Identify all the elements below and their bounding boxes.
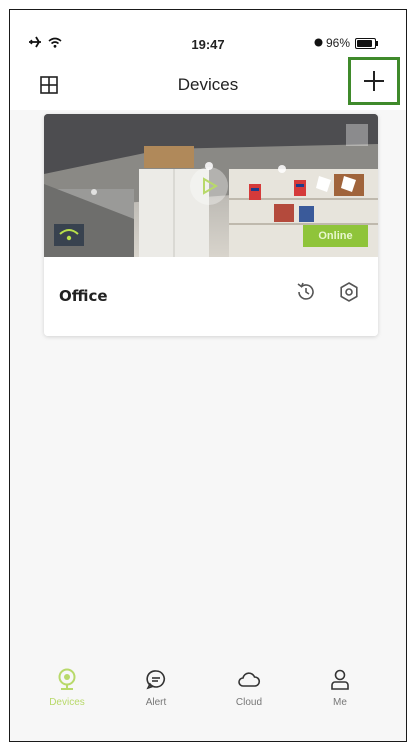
tab-bar: Devices Alert Cloud Me — [10, 658, 406, 741]
play-button[interactable] — [190, 167, 228, 205]
tab-cloud-label: Cloud — [235, 697, 263, 708]
chat-bubble-icon — [146, 670, 165, 690]
battery-icon — [355, 37, 378, 49]
phone-frame: 19:47 96% Devices Online Office Devices … — [9, 9, 407, 742]
tab-alert-label: Alert — [145, 697, 167, 708]
page-title: Devices — [177, 75, 239, 94]
alarm-icon — [314, 36, 323, 50]
tab-devices-label: Devices — [49, 697, 85, 708]
tab-alert[interactable]: Alert — [116, 668, 196, 708]
cloud-icon — [238, 672, 261, 687]
status-right: 96% — [314, 36, 378, 50]
tab-cloud[interactable]: Cloud — [209, 668, 289, 708]
history-button[interactable] — [294, 280, 318, 304]
add-device-button[interactable] — [348, 57, 400, 105]
status-badge: Online — [303, 225, 368, 247]
tab-me-label: Me — [333, 697, 347, 708]
battery-percent: 96% — [325, 36, 350, 50]
plus-icon — [364, 71, 384, 91]
play-icon — [203, 177, 218, 195]
top-bar: 19:47 96% Devices — [10, 10, 406, 110]
nav-bar: Devices — [10, 57, 406, 105]
camera-icon — [58, 668, 76, 690]
tab-devices[interactable]: Devices — [27, 668, 107, 708]
camera-preview[interactable]: Online — [44, 114, 378, 257]
person-icon — [331, 669, 349, 690]
history-icon — [297, 282, 314, 300]
device-name: Office — [59, 287, 108, 305]
tab-me[interactable]: Me — [300, 668, 380, 708]
gear-icon — [340, 282, 358, 302]
device-card[interactable]: Online Office — [44, 114, 378, 336]
device-card-footer: Office — [44, 257, 378, 336]
status-bar: 19:47 96% — [10, 32, 406, 56]
settings-button[interactable] — [337, 280, 361, 304]
